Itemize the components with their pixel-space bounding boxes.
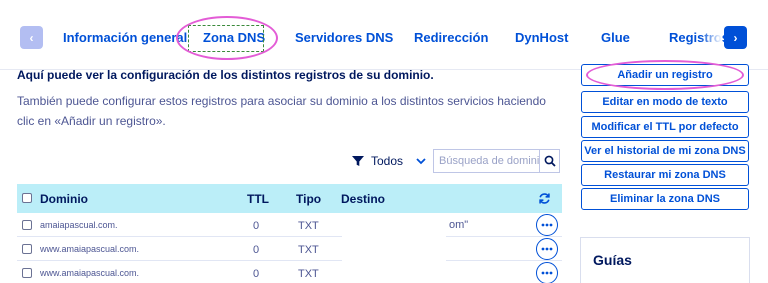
column-header-tipo[interactable]: Tipo — [296, 192, 321, 206]
modify-default-ttl-button[interactable]: Modificar el TTL por defecto — [581, 116, 749, 138]
dns-zone-history-button[interactable]: Ver el historial de mi zona DNS — [581, 140, 749, 162]
table-row: www.amaiapascual.com. 0 TXT — [17, 261, 562, 283]
row-checkbox[interactable] — [22, 220, 32, 230]
cell-tipo: TXT — [298, 244, 319, 256]
cell-ttl: 0 — [253, 268, 260, 280]
add-record-highlight-circle — [586, 60, 744, 90]
table-header-row: Dominio TTL Tipo Destino — [17, 184, 562, 213]
table-row: www.amaiapascual.com. 0 TXT — [17, 237, 562, 261]
dns-records-table: Dominio TTL Tipo Destino amaiapascual.co… — [17, 184, 562, 283]
more-options-icon — [541, 271, 553, 275]
zone-intro-title: Aquí puede ver la configuración de los d… — [17, 68, 434, 82]
search-icon — [544, 155, 556, 167]
row-actions-button[interactable] — [536, 262, 558, 283]
row-checkbox[interactable] — [22, 268, 32, 278]
filter-select-value: Todos — [371, 154, 404, 168]
tab-dynhost[interactable]: DynHost — [515, 30, 568, 45]
filter-icon — [352, 156, 364, 166]
cell-tipo: TXT — [298, 220, 319, 232]
cell-tipo: TXT — [298, 268, 319, 280]
restore-dns-zone-button[interactable]: Restaurar mi zona DNS — [581, 164, 749, 186]
active-tab-highlight-circle — [176, 16, 278, 60]
delete-dns-zone-button[interactable]: Eliminar la zona DNS — [581, 188, 749, 210]
tab-redireccion[interactable]: Redirección — [414, 30, 488, 45]
row-checkbox[interactable] — [22, 244, 32, 254]
more-options-icon — [541, 223, 553, 227]
tab-servidores-dns[interactable]: Servidores DNS — [295, 30, 393, 45]
select-all-checkbox[interactable] — [22, 193, 32, 203]
table-row: amaiapascual.com. 0 TXT om" — [17, 213, 562, 237]
cell-ttl: 0 — [253, 244, 260, 256]
chevron-right-icon: › — [733, 30, 738, 45]
row-actions-button[interactable] — [536, 214, 558, 236]
tabs-prev-button[interactable]: ‹ — [20, 26, 43, 49]
column-header-dominio[interactable]: Dominio — [40, 192, 88, 206]
tab-glue[interactable]: Glue — [601, 30, 630, 45]
guides-card: Guías — [580, 237, 750, 283]
edit-text-mode-button[interactable]: Editar en modo de texto — [581, 91, 749, 113]
cell-dominio: www.amaiapascual.com. — [40, 244, 140, 254]
tab-informacion-general[interactable]: Información general — [63, 30, 187, 45]
tabs-fade-overlay — [700, 24, 722, 52]
chevron-down-icon — [416, 158, 426, 165]
table-body: amaiapascual.com. 0 TXT om" www.amaiapas… — [17, 213, 562, 283]
destino-redaction-mask — [342, 213, 446, 283]
record-type-filter-select[interactable]: Todos — [371, 150, 429, 172]
column-header-destino[interactable]: Destino — [341, 192, 385, 206]
refresh-icon[interactable] — [538, 192, 551, 205]
search-button[interactable] — [540, 149, 560, 173]
cell-destino: om" — [449, 219, 469, 231]
tabs-next-button[interactable]: › — [724, 26, 747, 49]
cell-dominio: www.amaiapascual.com. — [40, 268, 140, 278]
cell-dominio: amaiapascual.com. — [40, 220, 118, 230]
chevron-left-icon: ‹ — [29, 30, 34, 45]
domain-search-input[interactable]: Búsqueda de dominio... — [433, 149, 540, 173]
column-header-ttl[interactable]: TTL — [247, 192, 269, 206]
more-options-icon — [541, 247, 553, 251]
zone-intro-text: También puede configurar estos registros… — [17, 94, 546, 128]
cell-ttl: 0 — [253, 220, 260, 232]
row-actions-button[interactable] — [536, 238, 558, 260]
guides-title: Guías — [593, 252, 632, 268]
